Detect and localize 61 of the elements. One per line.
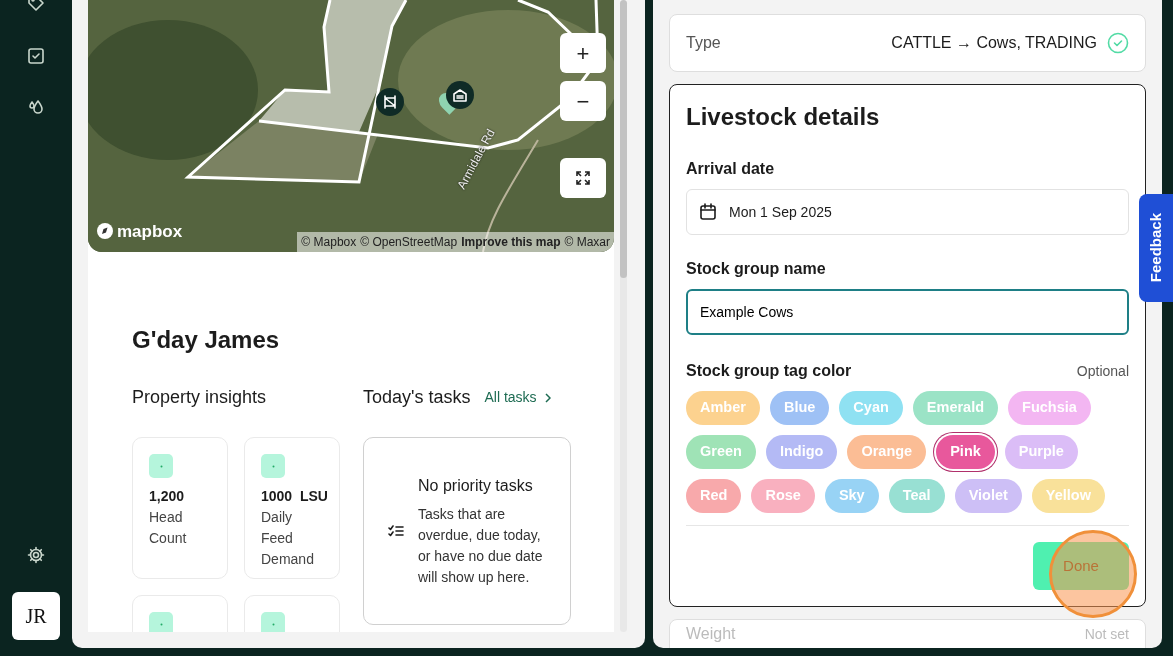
field-label: Stock group name bbox=[686, 259, 827, 279]
stat-icon bbox=[149, 612, 173, 632]
zoom-in-button[interactable]: + bbox=[560, 33, 606, 73]
field-label: Arrival date bbox=[686, 159, 776, 179]
stat-label: Head Count bbox=[149, 508, 188, 548]
stat-icon bbox=[261, 612, 285, 632]
checklist-icon bbox=[388, 525, 404, 537]
color-tag-chip[interactable]: Amber bbox=[686, 391, 760, 425]
mapbox-logo-text[interactable]: mapbox bbox=[117, 218, 183, 244]
settings-icon[interactable] bbox=[27, 546, 45, 564]
drops-icon[interactable] bbox=[27, 98, 45, 116]
chevron-right-icon[interactable] bbox=[544, 392, 551, 403]
field-value: Not set bbox=[1084, 625, 1129, 644]
attribution-link[interactable]: © Maxar bbox=[564, 233, 610, 251]
color-tag-chip[interactable]: Green bbox=[686, 435, 756, 469]
date-field[interactable]: Mon 1 Sep 2025 bbox=[686, 189, 1129, 235]
empty-state-title: No priority tasks bbox=[418, 476, 534, 496]
type-value: CATTLE → Cows, TRADING bbox=[891, 33, 1097, 53]
color-tag-chip[interactable]: Violet bbox=[954, 479, 1022, 513]
attribution-link[interactable]: © OpenStreetMap bbox=[360, 233, 458, 251]
done-button[interactable]: Done bbox=[1033, 542, 1129, 590]
calendar-icon bbox=[699, 203, 717, 221]
color-tag-chip[interactable]: Yellow bbox=[1031, 479, 1105, 513]
zoom-out-button[interactable]: − bbox=[560, 81, 606, 121]
color-tag-chip[interactable]: Purple bbox=[1004, 435, 1078, 469]
color-tag-chip[interactable]: Teal bbox=[888, 479, 945, 513]
color-tag-chip[interactable]: Indigo bbox=[765, 435, 838, 469]
attribution-link[interactable]: © Mapbox bbox=[301, 233, 357, 251]
feedback-tab[interactable]: Feedback bbox=[1139, 194, 1173, 302]
color-tag-chip[interactable]: Sky bbox=[824, 479, 879, 513]
color-tag-chip[interactable]: Orange bbox=[847, 435, 927, 469]
stat-value: 1,200 bbox=[149, 487, 186, 506]
empty-state-text: Tasks that are overdue, due today, or have no due date will show up here. bbox=[418, 505, 544, 587]
optional-hint: Optional bbox=[1076, 361, 1129, 381]
field-label: Type bbox=[686, 33, 721, 53]
card-title: Livestock details bbox=[686, 102, 881, 132]
color-tag-chip[interactable]: Fuchsia bbox=[1008, 391, 1091, 425]
avatar-button[interactable]: JR bbox=[12, 592, 60, 640]
section-heading: Property insights bbox=[132, 386, 268, 409]
fullscreen-button[interactable] bbox=[560, 158, 606, 198]
field-label: Stock group tag color bbox=[686, 361, 852, 381]
stat-icon bbox=[149, 454, 173, 478]
all-tasks-link[interactable]: All tasks bbox=[484, 387, 551, 408]
greeting-heading: G'day James bbox=[132, 325, 281, 355]
color-tag-chip[interactable]: Emerald bbox=[912, 391, 999, 425]
mapbox-logo-icon[interactable] bbox=[96, 222, 114, 241]
color-tag-chip[interactable]: Red bbox=[686, 479, 742, 513]
color-tag-chip[interactable]: Blue bbox=[769, 391, 830, 425]
color-tag-chip[interactable]: Rose bbox=[751, 479, 815, 513]
field-label: Weight bbox=[686, 624, 736, 644]
color-tag-chip[interactable]: Pink bbox=[936, 435, 995, 469]
color-tag-chip[interactable]: Cyan bbox=[839, 391, 903, 425]
scrollbar-thumb[interactable] bbox=[620, 0, 627, 278]
tag-icon[interactable] bbox=[27, 0, 45, 14]
improve-map-link[interactable]: Improve this map bbox=[461, 233, 561, 251]
name-input-field[interactable]: Example Cows bbox=[686, 289, 1129, 335]
section-heading: Today's tasks bbox=[363, 386, 471, 409]
checkbox-icon[interactable] bbox=[28, 48, 44, 64]
stat-label: Daily Feed Demand bbox=[261, 508, 315, 569]
stat-icon bbox=[261, 454, 285, 478]
fullscreen-icon[interactable] bbox=[576, 171, 590, 185]
